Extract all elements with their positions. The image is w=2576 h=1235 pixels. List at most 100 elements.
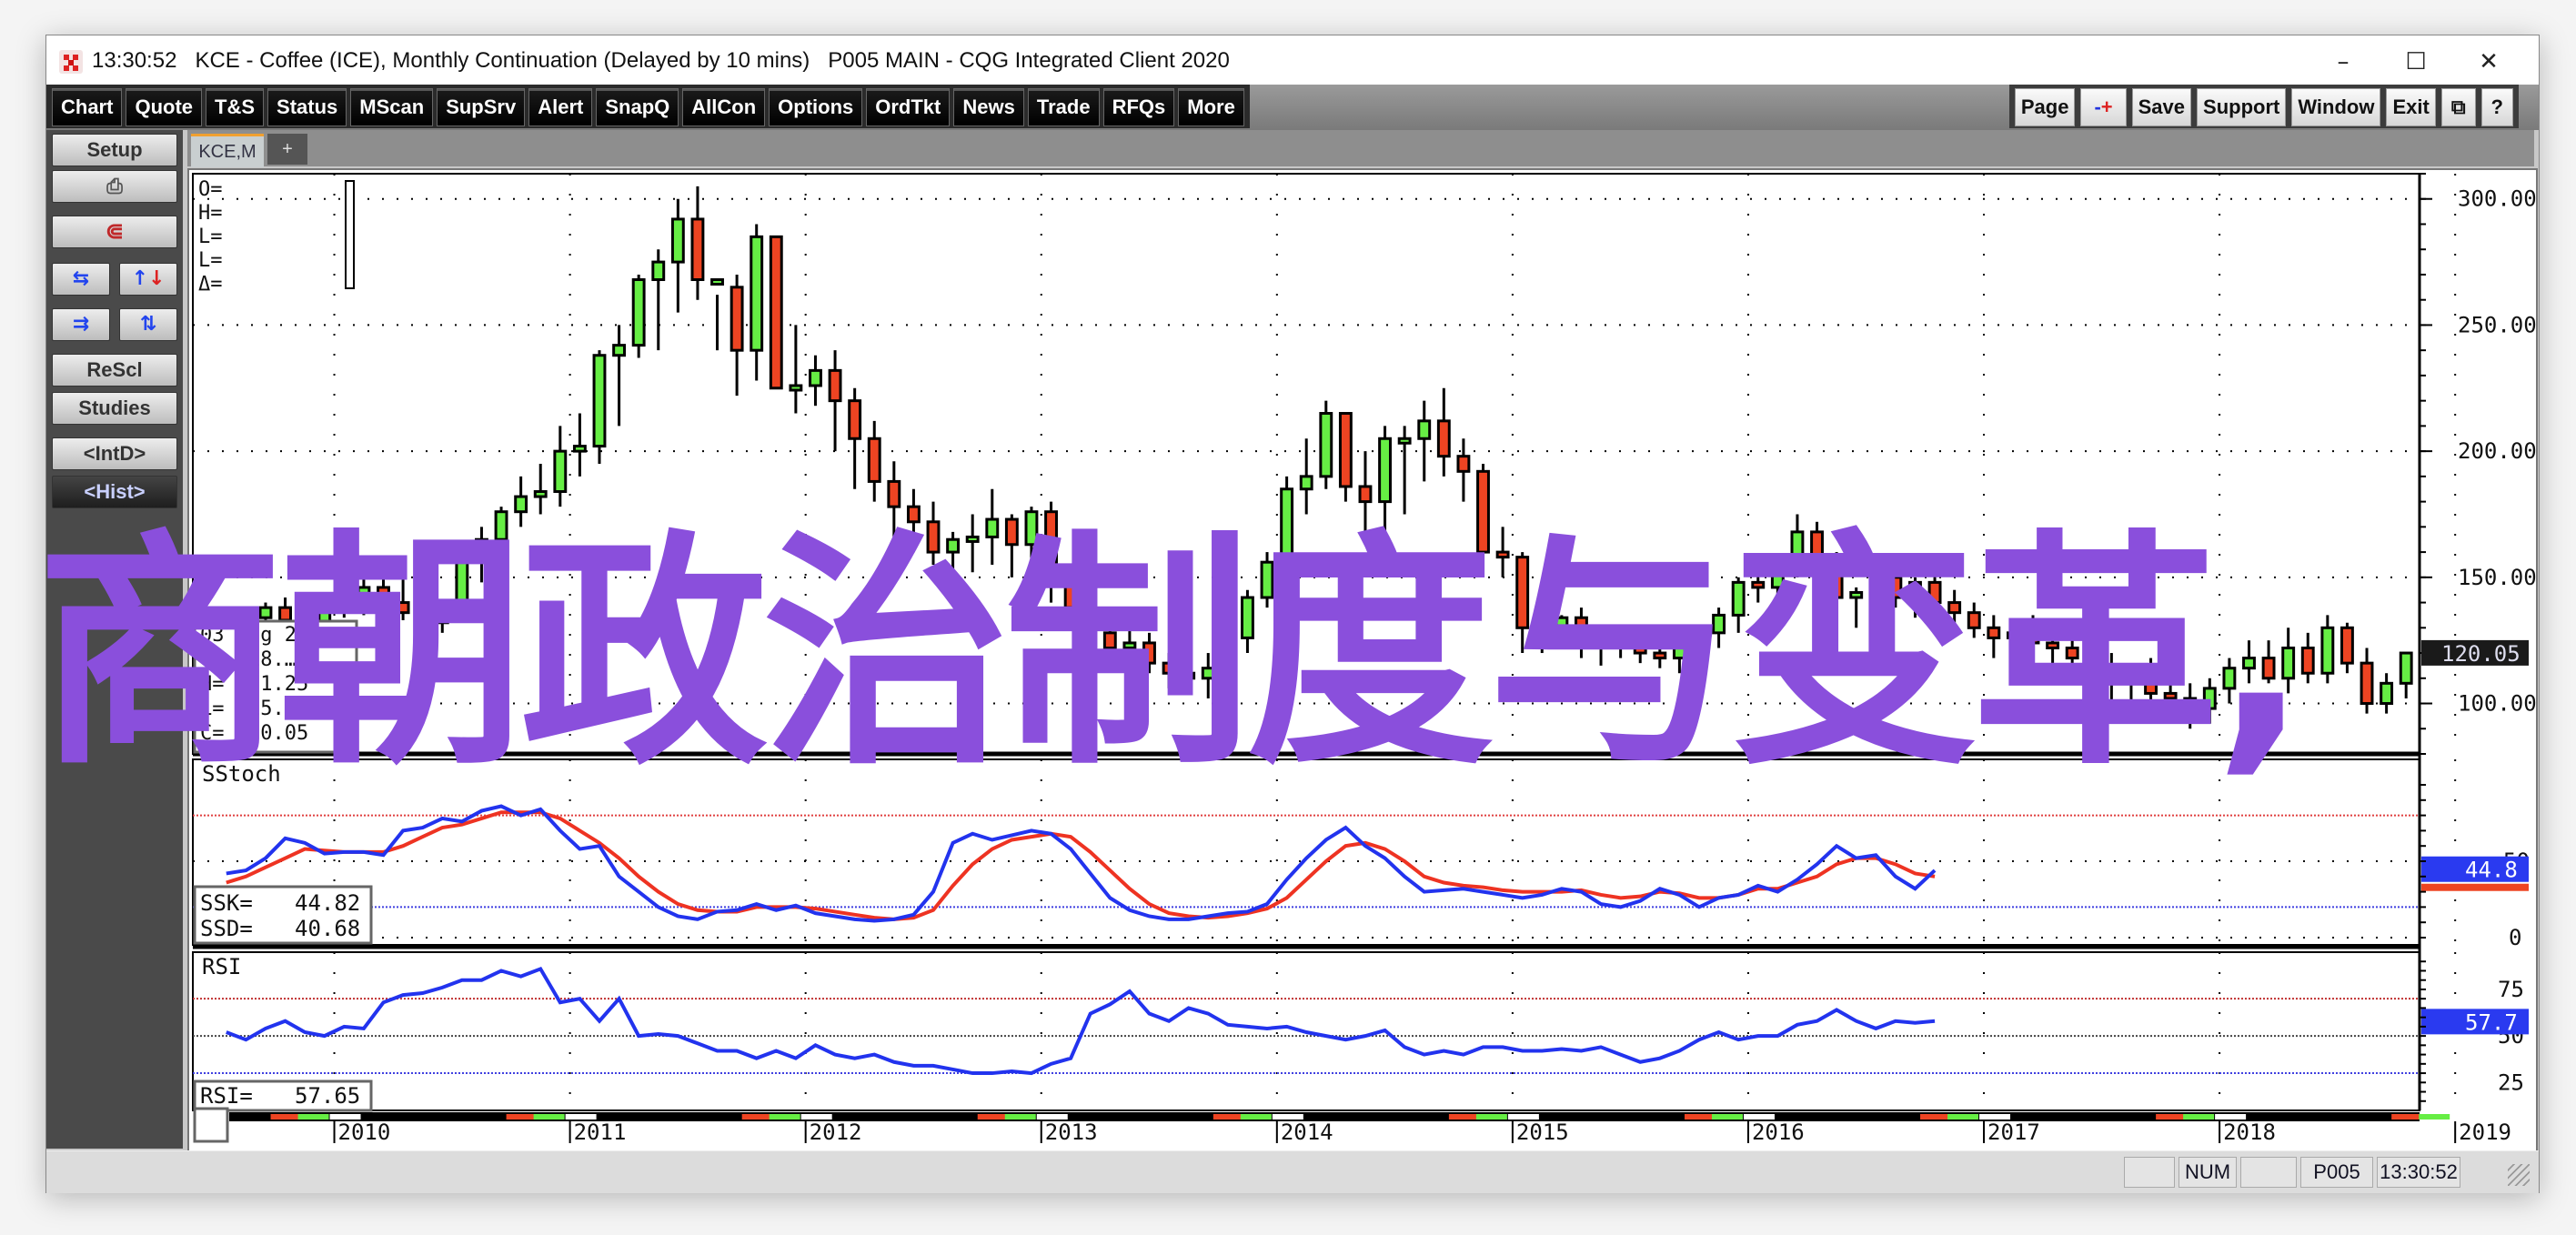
page-indicator: P005 — [2300, 1157, 2373, 1188]
alert-button[interactable]: Alert — [528, 88, 593, 126]
candle-down — [2104, 667, 2118, 685]
options-button[interactable]: Options — [769, 88, 863, 126]
ssd-value: 40.68 — [295, 916, 360, 941]
support-button[interactable]: Support — [2197, 88, 2287, 126]
candle-down — [730, 286, 744, 352]
status-button[interactable]: Status — [267, 88, 347, 126]
compress-vertical-button[interactable]: ⇅ — [119, 308, 177, 341]
candle-down — [2026, 631, 2040, 645]
price-axis-label: 150.00 — [2458, 565, 2536, 590]
chart-tab-strip: KCE,M + — [187, 130, 2534, 167]
save-button[interactable]: Save — [2131, 88, 2192, 126]
magnet-button[interactable]: ⋐ — [52, 216, 177, 248]
candle-up — [2222, 667, 2237, 690]
ssk-label: SSK= — [200, 890, 253, 916]
session-stripe-segment — [1920, 1114, 1952, 1120]
candle-down — [1515, 556, 1530, 629]
candle-up — [357, 586, 371, 602]
ordtkt-button[interactable]: OrdTkt — [866, 88, 951, 126]
date-axis-label: 2011 — [574, 1120, 627, 1145]
bar-info-line: H= 121.25 — [200, 673, 308, 696]
rfqs-button[interactable]: RFQs — [1102, 88, 1175, 126]
candle-up — [2399, 651, 2413, 685]
candle-up — [435, 616, 449, 625]
candle-down — [1162, 661, 1176, 675]
session-stripe-segment — [533, 1114, 565, 1120]
rsi-last-label: 57.7 — [2465, 1009, 2518, 1035]
rescale-button[interactable]: ReScl — [52, 354, 177, 387]
supsrv-button[interactable]: SupSrv — [437, 88, 526, 126]
expand-horizontal-button[interactable]: ⇆ — [52, 263, 110, 296]
mscan-button[interactable]: MScan — [350, 88, 434, 126]
candle-down — [1063, 580, 1078, 609]
candle-up — [2124, 671, 2138, 685]
compress-horizontal-button[interactable]: ⇉ — [52, 308, 110, 341]
window-title: 13:30:52 KCE - Coffee (ICE), Monthly Con… — [92, 48, 1230, 74]
print-button[interactable]: ⎙ — [52, 170, 177, 203]
title-bar: 13:30:52 KCE - Coffee (ICE), Monthly Con… — [46, 35, 2539, 88]
restore-window-icon[interactable]: ⧉ — [2440, 88, 2476, 126]
price-axis-label: 200.00 — [2458, 438, 2536, 464]
historical-button[interactable]: <Hist> — [52, 476, 177, 508]
sstoch-axis-label-0: 0 — [2509, 925, 2521, 950]
candle-down — [2144, 671, 2158, 695]
date-axis-label: 2013 — [1045, 1120, 1098, 1145]
candle-up — [475, 537, 488, 559]
candle-down — [1633, 646, 1647, 655]
expand-vertical-button[interactable]: ↑↓ — [119, 263, 177, 296]
candle-up — [809, 368, 822, 387]
allcon-button[interactable]: AllCon — [682, 88, 766, 126]
maximize-button[interactable]: ☐ — [2384, 41, 2448, 83]
studies-button[interactable]: Studies — [52, 392, 177, 425]
zoom-minus-plus-button[interactable]: -+ — [2080, 88, 2127, 126]
chart-area[interactable]: 100.00 150.00 200.00 250.00 300.00 O= H= L= L= Δ=… — [187, 168, 2538, 1152]
candle-down — [2183, 697, 2198, 710]
date-axis-label: 2016 — [1752, 1120, 1805, 1145]
candle-up — [985, 517, 1000, 538]
time-and-sales-button[interactable]: T&S — [206, 88, 265, 126]
exit-button[interactable]: Exit — [2386, 88, 2436, 126]
page-button[interactable]: Page — [2014, 88, 2076, 126]
candle-up — [1280, 487, 1294, 564]
help-button[interactable]: ? — [2480, 88, 2513, 126]
candle-up — [2320, 626, 2335, 675]
cursor-readout-label: H= — [198, 202, 223, 225]
snapq-button[interactable]: SnapQ — [596, 88, 679, 126]
tab-kce-m[interactable]: KCE,M — [191, 134, 264, 167]
bar-info-line: O= 118.… — [200, 648, 297, 671]
window-button[interactable]: Window — [2291, 88, 2381, 126]
candle-down — [1338, 412, 1353, 488]
date-axis-label: 2017 — [1987, 1120, 2040, 1145]
candle-up — [946, 537, 961, 554]
candle-up — [337, 598, 351, 607]
status-bar: NUM P005 13:30:52 — [46, 1150, 2539, 1193]
candle-up — [1770, 566, 1785, 589]
cursor-readout-label: L= — [198, 226, 223, 248]
candle-down — [1575, 616, 1588, 642]
chart-canvas[interactable]: 100.00150.00200.00250.00300.00O=H=L=L=Δ=… — [189, 170, 2537, 1150]
candle-up — [612, 344, 627, 357]
resize-grip-icon[interactable] — [2508, 1164, 2530, 1186]
news-button[interactable]: News — [953, 88, 1024, 126]
minimize-button[interactable]: – — [2311, 41, 2375, 83]
candle-down — [396, 601, 410, 615]
intraday-button[interactable]: <IntD> — [52, 437, 177, 470]
session-stripe-segment — [741, 1114, 773, 1120]
candle-up — [1122, 641, 1137, 649]
add-tab-button[interactable]: + — [267, 134, 307, 165]
chart-button[interactable]: Chart — [52, 88, 123, 126]
session-stripe-segment — [2391, 1114, 2423, 1120]
session-stripe-segment — [506, 1114, 538, 1120]
candle-up — [1241, 596, 1254, 639]
rsi-axis-label: 25 — [2498, 1069, 2524, 1095]
left-tool-panel: Setup ⎙ ⋐ ⇆ ↑↓ ⇉ ⇅ ReScl Studies <IntD> … — [46, 130, 183, 1149]
more-button[interactable]: More — [1178, 88, 1244, 126]
candle-down — [278, 606, 292, 622]
session-stripe-segment — [1711, 1114, 1743, 1120]
close-button[interactable]: ✕ — [2457, 41, 2521, 83]
candle-down — [1495, 550, 1510, 559]
setup-button[interactable]: Setup — [52, 134, 177, 166]
trade-button[interactable]: Trade — [1027, 88, 1100, 126]
candle-down — [416, 611, 430, 625]
quote-button[interactable]: Quote — [126, 88, 203, 126]
